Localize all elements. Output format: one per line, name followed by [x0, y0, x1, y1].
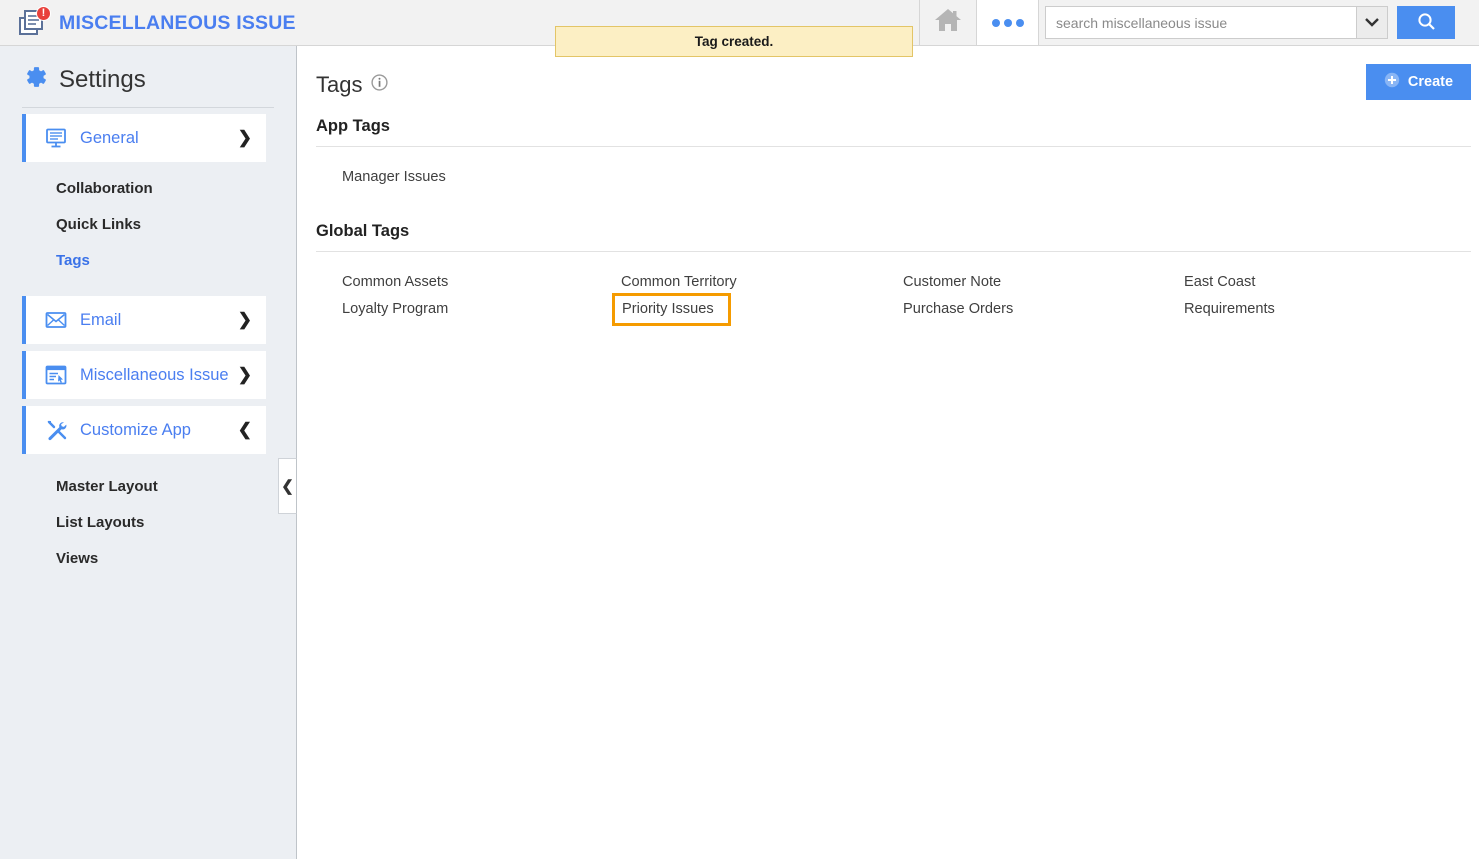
- search-input[interactable]: [1045, 6, 1356, 39]
- sidebar-item-miscellaneous-issue[interactable]: Miscellaneous Issue ❯: [22, 351, 266, 399]
- chevron-right-icon: ❯: [237, 310, 252, 329]
- sidebar-item-collaboration[interactable]: Collaboration: [0, 170, 296, 206]
- home-button[interactable]: [919, 0, 975, 45]
- sidebar-item-tags[interactable]: Tags: [0, 242, 296, 278]
- sidebar-item-master-layout-label: Master Layout: [56, 477, 158, 495]
- tools-icon: [44, 419, 68, 441]
- info-icon[interactable]: [371, 74, 389, 96]
- envelope-icon: [44, 311, 68, 329]
- sidebar-item-list-layouts[interactable]: List Layouts: [0, 504, 296, 540]
- global-tag-label: East Coast: [1184, 273, 1256, 290]
- app-tags-list: Manager Issues: [298, 147, 1479, 189]
- global-tag-label: Purchase Orders: [903, 300, 1014, 317]
- main-content: Create Tags App Tags Manager Issues Glob…: [298, 46, 1479, 859]
- list-item[interactable]: Common Territory: [619, 268, 901, 295]
- monitor-icon: [44, 128, 68, 149]
- list-item[interactable]: Requirements: [1182, 295, 1479, 322]
- sidebar-collapse-handle[interactable]: ❮: [278, 458, 297, 514]
- search-icon: [1417, 12, 1436, 34]
- sidebar-item-quick-links-label: Quick Links: [56, 215, 142, 233]
- app-brand[interactable]: ! MISCELLANEOUS ISSUE: [18, 0, 296, 46]
- global-tag-label: Requirements: [1184, 300, 1275, 317]
- sidebar-item-list-layouts-label: List Layouts: [56, 513, 145, 531]
- sidebar-item-customize-app-label: Customize App: [80, 420, 191, 439]
- sidebar-item-master-layout[interactable]: Master Layout: [0, 468, 296, 504]
- list-item[interactable]: Loyalty Program: [340, 295, 619, 322]
- page-title: Tags: [316, 72, 363, 97]
- global-tag-label: Common Territory: [621, 273, 737, 290]
- status-banner-text: Tag created.: [694, 34, 774, 49]
- sidebar-item-customize-app[interactable]: Customize App ❮: [22, 406, 266, 454]
- document-list-icon: !: [18, 6, 51, 38]
- global-tags-list: Common Assets Common Territory Customer …: [298, 252, 1479, 326]
- sidebar-item-miscellaneous-issue-label: Miscellaneous Issue: [80, 365, 229, 384]
- sidebar-item-collaboration-label: Collaboration: [56, 179, 153, 197]
- list-item[interactable]: Customer Note: [901, 268, 1182, 295]
- global-tag-label-highlighted: Priority Issues: [612, 293, 731, 326]
- more-options-icon-dot3: [1015, 18, 1024, 27]
- sidebar-item-tags-label: Tags: [56, 251, 90, 269]
- sidebar-item-email[interactable]: Email ❯: [22, 296, 266, 344]
- sidebar-item-views-label: Views: [56, 549, 99, 567]
- chevron-right-icon: ❯: [237, 128, 252, 147]
- status-banner: Tag created.: [555, 26, 913, 57]
- search-area: [1045, 6, 1455, 39]
- sidebar-item-general[interactable]: General ❯: [22, 114, 266, 162]
- more-options-button[interactable]: [976, 0, 1039, 45]
- app-tags-heading: App Tags: [316, 117, 390, 135]
- more-options-icon: [991, 18, 1000, 27]
- sidebar-subitems-customize-app: Master Layout List Layouts Views: [0, 468, 296, 576]
- sidebar-divider: [22, 107, 274, 108]
- chevron-down-icon: ❮: [237, 420, 252, 439]
- app-title: MISCELLANEOUS ISSUE: [59, 11, 296, 34]
- chevron-right-icon: ❯: [237, 365, 252, 384]
- more-options-icon-dot2: [1003, 18, 1012, 27]
- global-tag-label: Common Assets: [342, 273, 449, 290]
- gear-icon: [22, 64, 48, 95]
- home-icon: [934, 7, 962, 38]
- global-tags-heading: Global Tags: [316, 222, 410, 240]
- form-window-icon: [44, 365, 68, 385]
- sidebar-title: Settings: [59, 65, 146, 93]
- app-tag-label: Manager Issues: [342, 169, 446, 185]
- list-item-highlighted[interactable]: Priority Issues: [612, 293, 901, 326]
- create-button-label: Create: [1407, 74, 1454, 90]
- plus-circle-icon: [1384, 72, 1400, 92]
- list-item[interactable]: Common Assets: [340, 268, 619, 295]
- search-scope-dropdown[interactable]: [1356, 6, 1388, 39]
- search-button[interactable]: [1397, 6, 1455, 39]
- sidebar-item-email-label: Email: [80, 310, 122, 329]
- list-item[interactable]: Purchase Orders: [901, 295, 1182, 322]
- settings-sidebar: Settings General ❯ Collaboration Quick L…: [0, 46, 297, 859]
- chevron-left-icon: ❮: [281, 478, 294, 495]
- chevron-down-icon: [1365, 14, 1379, 32]
- sidebar-item-views[interactable]: Views: [0, 540, 296, 576]
- sidebar-header: Settings: [0, 46, 296, 95]
- sidebar-item-general-label: General: [80, 128, 139, 147]
- list-item[interactable]: Manager Issues: [340, 165, 1479, 189]
- global-tag-label: Loyalty Program: [342, 300, 449, 317]
- sidebar-item-quick-links[interactable]: Quick Links: [0, 206, 296, 242]
- global-tag-label: Customer Note: [903, 273, 1002, 290]
- create-button[interactable]: Create: [1366, 64, 1471, 100]
- sidebar-subitems-general: Collaboration Quick Links Tags: [0, 170, 296, 278]
- list-item[interactable]: East Coast: [1182, 268, 1479, 295]
- notification-badge: !: [36, 6, 51, 21]
